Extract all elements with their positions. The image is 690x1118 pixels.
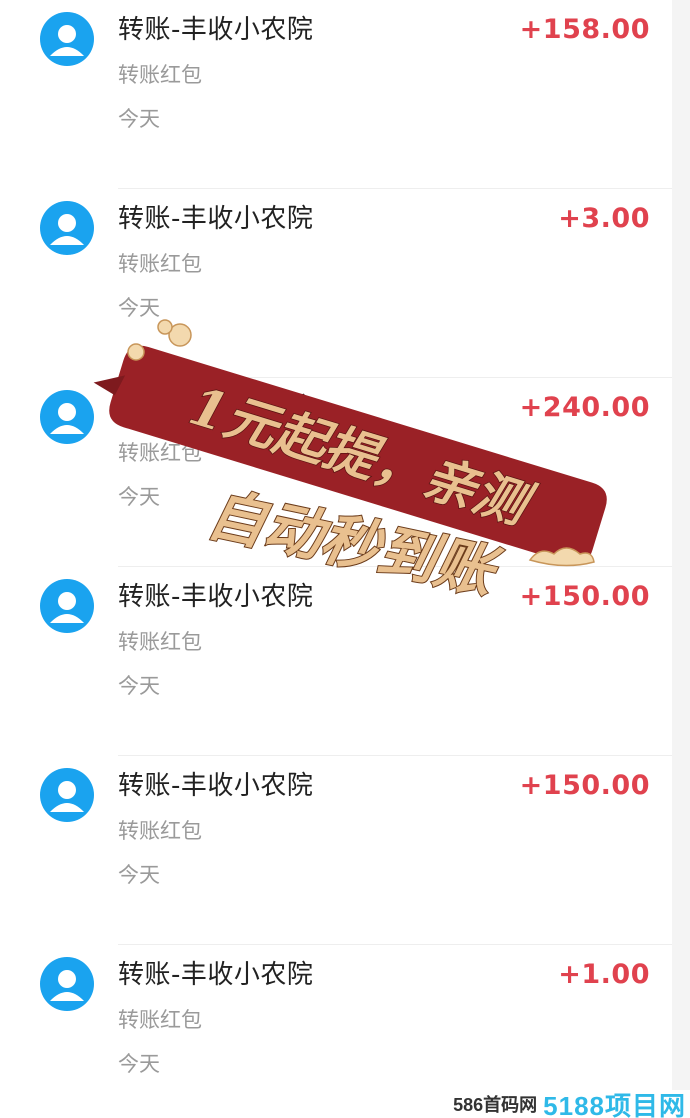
list-item[interactable]: 转账-丰收小农院 转账红包 今天 +150.00 — [0, 756, 672, 945]
transaction-title: 转账-丰收小农院 — [118, 771, 314, 801]
transaction-title: 转账-丰收小农院 — [118, 960, 314, 990]
transaction-amount: +1.00 — [558, 959, 650, 990]
watermark-brand: 5188项目网 — [543, 1090, 686, 1118]
transaction-type: 转账红包 — [118, 1008, 202, 1032]
transaction-type: 转账红包 — [118, 252, 202, 276]
transaction-title: 转账-丰收小农院 — [118, 204, 314, 234]
transaction-amount: +158.00 — [519, 14, 650, 45]
transaction-amount: +240.00 — [519, 392, 650, 423]
transaction-date: 今天 — [118, 296, 160, 320]
user-avatar-icon — [40, 201, 94, 255]
list-item[interactable]: 转账-丰收小农院 转账红包 今天 +240.00 — [0, 378, 672, 567]
transaction-type: 转账红包 — [118, 441, 202, 465]
transaction-amount: +3.00 — [558, 203, 650, 234]
transaction-type: 转账红包 — [118, 819, 202, 843]
list-item[interactable]: 转账-丰收小农院 转账红包 今天 +3.00 — [0, 189, 672, 378]
transaction-title: 转账-丰收小农院 — [118, 393, 314, 423]
user-avatar-icon — [40, 768, 94, 822]
transaction-amount: +150.00 — [519, 770, 650, 801]
transaction-amount: +150.00 — [519, 581, 650, 612]
user-avatar-icon — [40, 579, 94, 633]
user-avatar-icon — [40, 12, 94, 66]
transaction-date: 今天 — [118, 674, 160, 698]
transaction-list: 转账-丰收小农院 转账红包 今天 +158.00 转账-丰收小农院 转账红包 今… — [0, 0, 672, 1118]
watermark-text: 586首码网 — [453, 1095, 538, 1115]
transaction-date: 今天 — [118, 107, 160, 131]
transaction-type: 转账红包 — [118, 630, 202, 654]
transaction-list-page: 转账-丰收小农院 转账红包 今天 +158.00 转账-丰收小农院 转账红包 今… — [0, 0, 690, 1118]
user-avatar-icon — [40, 957, 94, 1011]
list-item[interactable]: 转账-丰收小农院 转账红包 今天 +150.00 — [0, 567, 672, 756]
transaction-date: 今天 — [118, 1052, 160, 1076]
transaction-date: 今天 — [118, 863, 160, 887]
transaction-title: 转账-丰收小农院 — [118, 15, 314, 45]
transaction-type: 转账红包 — [118, 63, 202, 87]
transaction-date: 今天 — [118, 485, 160, 509]
watermark: 586首码网 5188项目网 — [449, 1090, 690, 1118]
list-item[interactable]: 转账-丰收小农院 转账红包 今天 +158.00 — [0, 0, 672, 189]
transaction-title: 转账-丰收小农院 — [118, 582, 314, 612]
user-avatar-icon — [40, 390, 94, 444]
